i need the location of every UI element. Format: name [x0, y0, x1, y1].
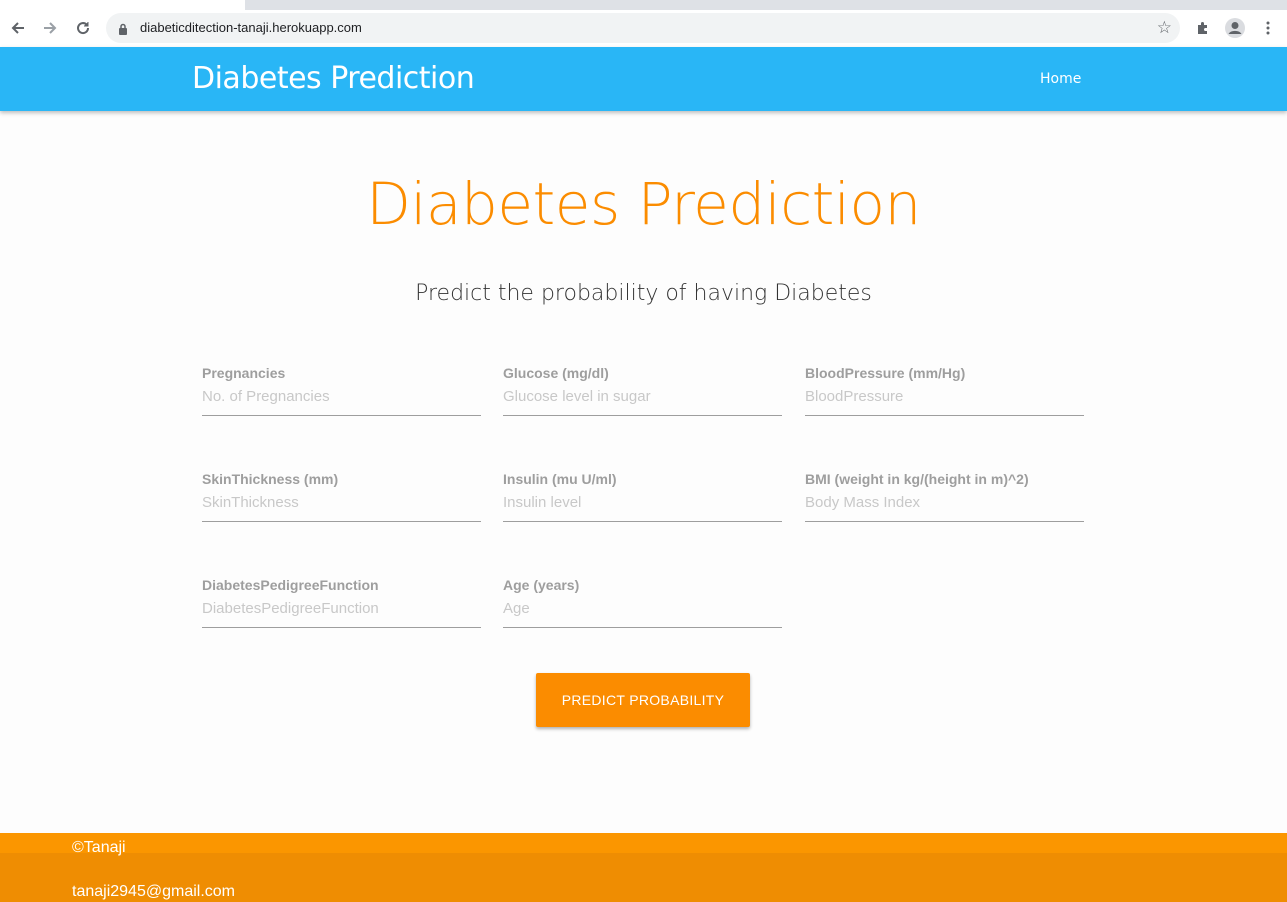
pregnancies-field: Pregnancies	[202, 365, 481, 416]
bmi-field: BMI (weight in kg/(height in m)^2)	[805, 471, 1084, 522]
reload-icon[interactable]	[71, 16, 95, 40]
skin-thickness-label: SkinThickness (mm)	[202, 471, 339, 487]
address-bar[interactable]: diabeticditection-tanaji.herokuapp.com ☆	[106, 13, 1180, 43]
pregnancies-label: Pregnancies	[202, 365, 286, 381]
blood-pressure-field: BloodPressure (mm/Hg)	[805, 365, 1084, 416]
glucose-label: Glucose (mg/dl)	[503, 365, 609, 381]
age-label: Age (years)	[503, 577, 580, 593]
nav-home-link[interactable]: Home	[1040, 71, 1081, 87]
extensions-puzzle-icon[interactable]	[1191, 16, 1215, 40]
lock-icon	[118, 21, 128, 40]
pedigree-label: DiabetesPedigreeFunction	[202, 577, 379, 593]
app-navbar: Diabetes Prediction Home	[0, 47, 1287, 111]
menu-kebab-icon[interactable]	[1256, 16, 1280, 40]
blood-pressure-input[interactable]	[805, 384, 1084, 416]
bmi-input[interactable]	[805, 490, 1084, 522]
footer-top-band	[0, 833, 1287, 853]
age-field: Age (years)	[503, 577, 782, 628]
footer-email[interactable]: tanaji2945@gmail.com	[72, 883, 235, 901]
forward-icon[interactable]	[38, 16, 62, 40]
bookmark-star-icon[interactable]: ☆	[1157, 18, 1172, 38]
brand-logo-link[interactable]: Diabetes Prediction	[192, 61, 475, 96]
glucose-input[interactable]	[503, 384, 782, 416]
pregnancies-input[interactable]	[202, 384, 481, 416]
predict-probability-button[interactable]: PREDICT PROBABILITY	[536, 673, 750, 727]
insulin-label: Insulin (mu U/ml)	[503, 471, 617, 487]
page-subtitle: Predict the probability of having Diabet…	[415, 281, 872, 306]
page-title: Diabetes Prediction	[366, 170, 921, 238]
skin-thickness-field: SkinThickness (mm)	[202, 471, 481, 522]
url-text: diabeticditection-tanaji.herokuapp.com	[140, 20, 362, 35]
browser-toolbar: diabeticditection-tanaji.herokuapp.com ☆	[0, 10, 1287, 48]
insulin-field: Insulin (mu U/ml)	[503, 471, 782, 522]
profile-avatar-icon[interactable]	[1223, 16, 1247, 40]
pedigree-field: DiabetesPedigreeFunction	[202, 577, 481, 628]
glucose-field: Glucose (mg/dl)	[503, 365, 782, 416]
browser-active-tab[interactable]	[0, 0, 245, 10]
pedigree-input[interactable]	[202, 596, 481, 628]
age-input[interactable]	[503, 596, 782, 628]
skin-thickness-input[interactable]	[202, 490, 481, 522]
bmi-label: BMI (weight in kg/(height in m)^2)	[805, 471, 1029, 487]
blood-pressure-label: BloodPressure (mm/Hg)	[805, 365, 966, 381]
back-icon[interactable]	[6, 16, 30, 40]
footer-copyright: ©Tanaji	[72, 839, 126, 856]
insulin-input[interactable]	[503, 490, 782, 522]
